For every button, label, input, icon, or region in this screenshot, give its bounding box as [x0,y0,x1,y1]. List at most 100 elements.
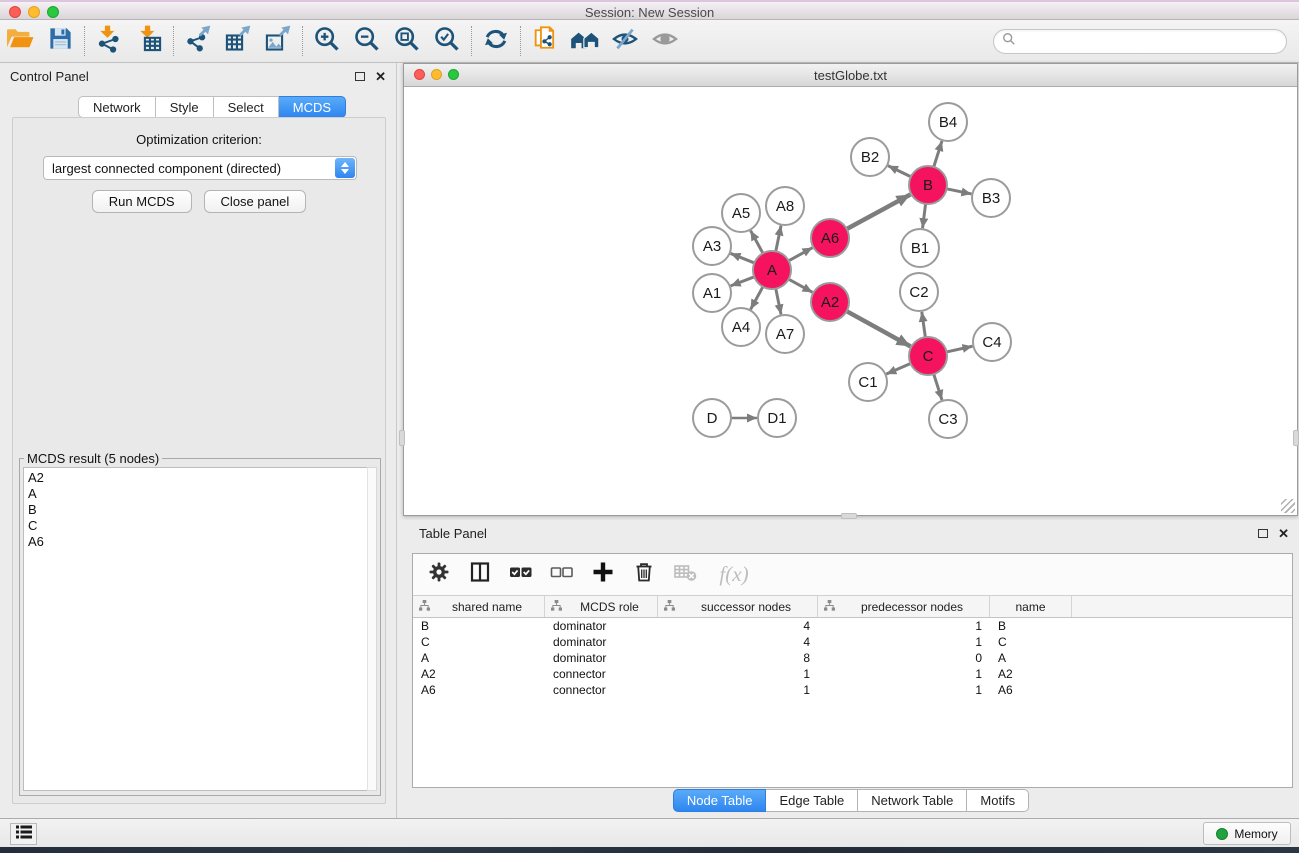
run-mcds-button[interactable]: Run MCDS [92,190,192,213]
edge-A-A5[interactable] [751,231,763,254]
select-all-rows-button[interactable] [507,561,535,589]
tab-network[interactable]: Network [78,96,156,118]
table-cell[interactable]: A6 [990,682,1072,698]
zoom-out-button[interactable] [347,23,387,59]
memory-button[interactable]: Memory [1203,822,1291,845]
table-cell[interactable]: dominator [545,634,658,650]
table-cell[interactable]: A [413,650,545,666]
add-column-button[interactable] [589,561,617,589]
table-row[interactable]: Cdominator41C [413,634,1292,650]
import-network-button[interactable] [89,23,129,59]
edge-A-A1[interactable] [731,277,755,286]
table-cell[interactable]: 1 [658,666,818,682]
mcds-result-item[interactable]: A6 [28,534,368,550]
table-row[interactable]: A6connector11A6 [413,682,1292,698]
save-session-button[interactable] [40,23,80,59]
table-cell[interactable]: 1 [818,682,990,698]
zoom-in-button[interactable] [307,23,347,59]
table-cell[interactable]: C [413,634,545,650]
criterion-select[interactable]: largest connected component (directed) [43,156,357,180]
edge-A2-C[interactable] [847,311,911,346]
show-panels-home-button[interactable] [565,23,605,59]
edge-C-C1[interactable] [886,364,910,374]
table-cell[interactable]: A2 [413,666,545,682]
show-columns-button[interactable] [466,561,494,589]
edge-B-B3[interactable] [947,189,972,194]
edge-C-C2[interactable] [922,312,926,337]
column-header-shared-name[interactable]: shared name [413,596,545,617]
deselect-all-rows-button[interactable] [548,561,576,589]
tab-select[interactable]: Select [214,96,279,118]
apply-function-button[interactable]: f(x) [712,561,756,589]
edge-B-B4[interactable] [934,141,942,167]
edge-A-A3[interactable] [731,253,755,263]
mcds-result-item[interactable]: A [28,486,368,502]
refresh-button[interactable] [476,23,516,59]
table-cell[interactable]: 0 [818,650,990,666]
column-header-name[interactable]: name [990,596,1072,617]
table-cell[interactable]: dominator [545,618,658,634]
window-resize-grip[interactable] [1281,499,1295,513]
edge-A-A6[interactable] [789,248,813,261]
table-cell[interactable]: A6 [413,682,545,698]
tab-mcds[interactable]: MCDS [279,96,346,118]
table-row[interactable]: A2connector11A2 [413,666,1292,682]
export-image-button[interactable] [258,23,298,59]
mcds-result-item[interactable]: A2 [28,470,368,486]
column-header-MCDS-role[interactable]: MCDS role [545,596,658,617]
table-cell[interactable]: A [990,650,1072,666]
clone-network-button[interactable] [525,23,565,59]
column-header-predecessor-nodes[interactable]: predecessor nodes [818,596,990,617]
hide-eye-button[interactable] [605,23,645,59]
edge-A-A7[interactable] [776,289,781,315]
mcds-result-item[interactable]: C [28,518,368,534]
tab-node-table[interactable]: Node Table [673,789,767,812]
edge-C-C4[interactable] [947,346,973,352]
table-cell[interactable]: 4 [658,618,818,634]
edge-A6-B[interactable] [847,195,911,229]
left-split-handle[interactable] [399,430,405,446]
zoom-fit-button[interactable] [387,23,427,59]
table-cell[interactable]: 1 [818,618,990,634]
edge-A-A8[interactable] [776,226,781,252]
table-cell[interactable]: B [990,618,1072,634]
edge-B-B2[interactable] [888,166,911,177]
table-cell[interactable]: 1 [818,634,990,650]
mcds-result-item[interactable]: B [28,502,368,518]
zoom-selected-button[interactable] [427,23,467,59]
float-panel-icon[interactable] [355,72,365,81]
table-cell[interactable]: 1 [658,682,818,698]
table-cell[interactable]: connector [545,666,658,682]
search-field[interactable] [993,29,1287,54]
table-cell[interactable]: 8 [658,650,818,666]
export-network-button[interactable] [178,23,218,59]
float-panel-icon[interactable] [1258,529,1268,538]
table-cell[interactable]: connector [545,682,658,698]
table-cell[interactable]: 4 [658,634,818,650]
network-canvas[interactable]: B4B2BB3B1A5A8A6A3AA1A2A4A7C2C4CC1C3DD1 [405,87,1296,514]
network-graph[interactable]: B4B2BB3B1A5A8A6A3AA1A2A4A7C2C4CC1C3DD1 [405,87,1296,514]
tab-network-table[interactable]: Network Table [858,789,967,812]
task-history-button[interactable] [10,823,37,845]
table-cell[interactable]: A2 [990,666,1072,682]
mcds-result-list[interactable]: A2ABCA6 [23,467,369,791]
edge-A-A2[interactable] [789,279,813,292]
close-panel-button[interactable]: Close panel [204,190,307,213]
delete-column-button[interactable] [630,561,658,589]
close-panel-icon[interactable]: ✕ [375,70,386,83]
import-table-button[interactable] [129,23,169,59]
tab-edge-table[interactable]: Edge Table [766,789,858,812]
edge-C-C3[interactable] [934,374,942,400]
table-row[interactable]: Bdominator41B [413,618,1292,634]
edge-B-B1[interactable] [923,204,926,228]
horizontal-split-handle[interactable] [841,513,857,519]
open-session-button[interactable] [0,23,40,59]
table-options-button[interactable] [425,561,453,589]
search-input[interactable] [1016,35,1266,49]
close-panel-icon[interactable]: ✕ [1278,527,1289,540]
network-window-titlebar[interactable]: testGlobe.txt [404,64,1297,87]
mcds-list-scrollbar[interactable] [367,467,377,791]
export-table-button[interactable] [218,23,258,59]
show-eye-button[interactable] [645,23,685,59]
table-cell[interactable]: B [413,618,545,634]
